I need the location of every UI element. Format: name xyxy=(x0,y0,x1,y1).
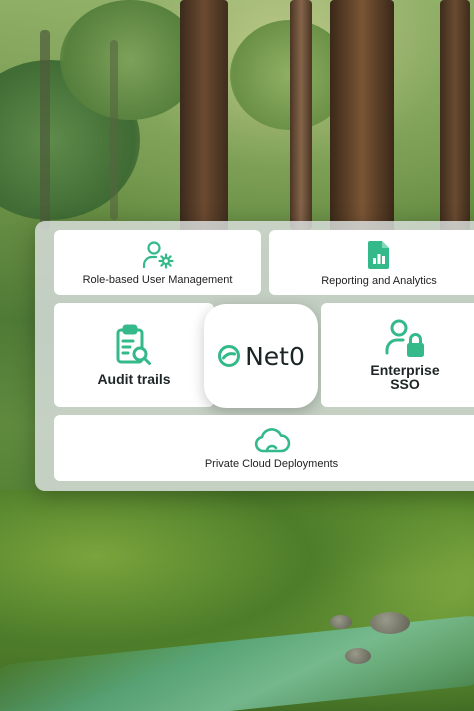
brand-name: Net0 xyxy=(245,341,305,371)
feature-card-private-cloud: Private Cloud Deployments xyxy=(54,415,474,481)
feature-label-sso-line2: SSO xyxy=(390,376,420,392)
user-lock-icon xyxy=(384,319,426,359)
user-gear-icon xyxy=(141,240,175,270)
tree-trunk xyxy=(110,40,118,220)
feature-label-role: Role-based User Management xyxy=(82,273,233,286)
rock xyxy=(330,615,352,629)
clipboard-search-icon xyxy=(114,324,154,368)
tree-trunk xyxy=(440,0,470,240)
rock xyxy=(370,612,410,634)
feature-label-sso-line1: Enterprise xyxy=(370,362,440,378)
feature-card-enterprise-sso: Enterprise SSO xyxy=(321,303,474,407)
feature-card-role-management: Role-based User Management xyxy=(54,230,261,295)
feature-label-audit: Audit trails xyxy=(97,371,171,387)
brand-logo-tile: Net0 xyxy=(204,304,318,408)
net0-logo-icon xyxy=(217,344,241,368)
feature-card-audit-trails: Audit trails xyxy=(54,303,214,407)
feature-label-cloud: Private Cloud Deployments xyxy=(204,458,339,470)
report-document-icon xyxy=(365,239,393,271)
tree-trunk xyxy=(40,30,50,230)
feature-label-reporting: Reporting and Analytics xyxy=(321,274,437,287)
tree-trunk xyxy=(290,0,312,230)
tree-trunk xyxy=(330,0,394,240)
forest-background: Role-based User Management Reporting and… xyxy=(0,0,474,711)
feature-card-reporting: Reporting and Analytics xyxy=(269,230,474,295)
tree-trunk xyxy=(180,0,228,250)
rock xyxy=(345,648,371,664)
cloud-icon xyxy=(253,426,291,454)
feature-panel: Role-based User Management Reporting and… xyxy=(35,221,474,491)
foliage xyxy=(60,0,200,120)
